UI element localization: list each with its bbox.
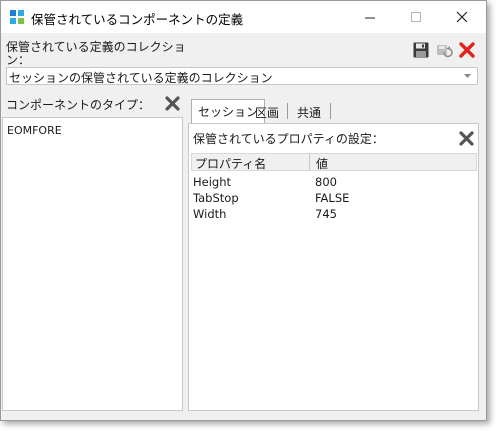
collection-select-value: セッションの保管されている定義のコレクション	[9, 71, 273, 85]
property-name: TabStop	[193, 191, 239, 205]
chevron-down-icon	[464, 74, 471, 78]
column-divider[interactable]	[309, 154, 310, 171]
column-header-value[interactable]: 値	[316, 155, 328, 172]
app-icon	[10, 10, 24, 24]
tab-divider	[287, 103, 288, 119]
component-types-list[interactable]: EOMFORE	[2, 117, 183, 411]
refresh-save-icon[interactable]	[435, 42, 453, 58]
delete-property-icon[interactable]	[459, 131, 474, 146]
window-title: 保管されているコンポーネントの定義	[31, 12, 244, 27]
collection-label-line2: ン：	[6, 53, 31, 67]
close-button[interactable]	[439, 1, 485, 33]
tab-panel: 保管されているプロパティの設定： プロパティ名 値 Height 800 Tab…	[188, 123, 479, 411]
tab-common[interactable]: 共通	[291, 101, 327, 123]
collection-label-line1: 保管されている定義のコレクショ	[6, 40, 186, 54]
property-value: 745	[315, 207, 337, 221]
minimize-button[interactable]	[347, 1, 393, 33]
tab-divider	[330, 103, 331, 119]
properties-label: 保管されているプロパティの設定：	[193, 132, 384, 146]
properties-grid-header: プロパティ名 値	[191, 153, 477, 171]
property-name: Height	[193, 175, 232, 189]
table-row[interactable]: Width 745	[193, 207, 477, 223]
property-value: 800	[315, 175, 337, 189]
table-row[interactable]: TabStop FALSE	[193, 191, 477, 207]
component-types-label: コンポーネントのタイプ：	[6, 98, 151, 112]
minimize-icon	[364, 17, 375, 18]
dialog-window: 保管されているコンポーネントの定義 保管されている定義のコレクショ ン： セッシ…	[0, 0, 487, 421]
maximize-button[interactable]	[393, 1, 439, 33]
delete-collection-icon[interactable]	[459, 42, 475, 58]
property-name: Width	[193, 207, 227, 221]
list-item[interactable]: EOMFORE	[7, 124, 62, 137]
tab-section[interactable]: 区画	[249, 101, 285, 123]
save-icon[interactable]	[413, 42, 429, 58]
column-header-name[interactable]: プロパティ名	[195, 155, 266, 172]
collection-select[interactable]: セッションの保管されている定義のコレクション	[6, 67, 478, 85]
table-row[interactable]: Height 800	[193, 175, 477, 191]
maximize-icon	[410, 11, 421, 22]
delete-component-icon[interactable]	[165, 96, 180, 111]
property-value: FALSE	[315, 191, 350, 205]
close-icon	[456, 11, 468, 23]
title-bar[interactable]: 保管されているコンポーネントの定義	[1, 1, 486, 33]
